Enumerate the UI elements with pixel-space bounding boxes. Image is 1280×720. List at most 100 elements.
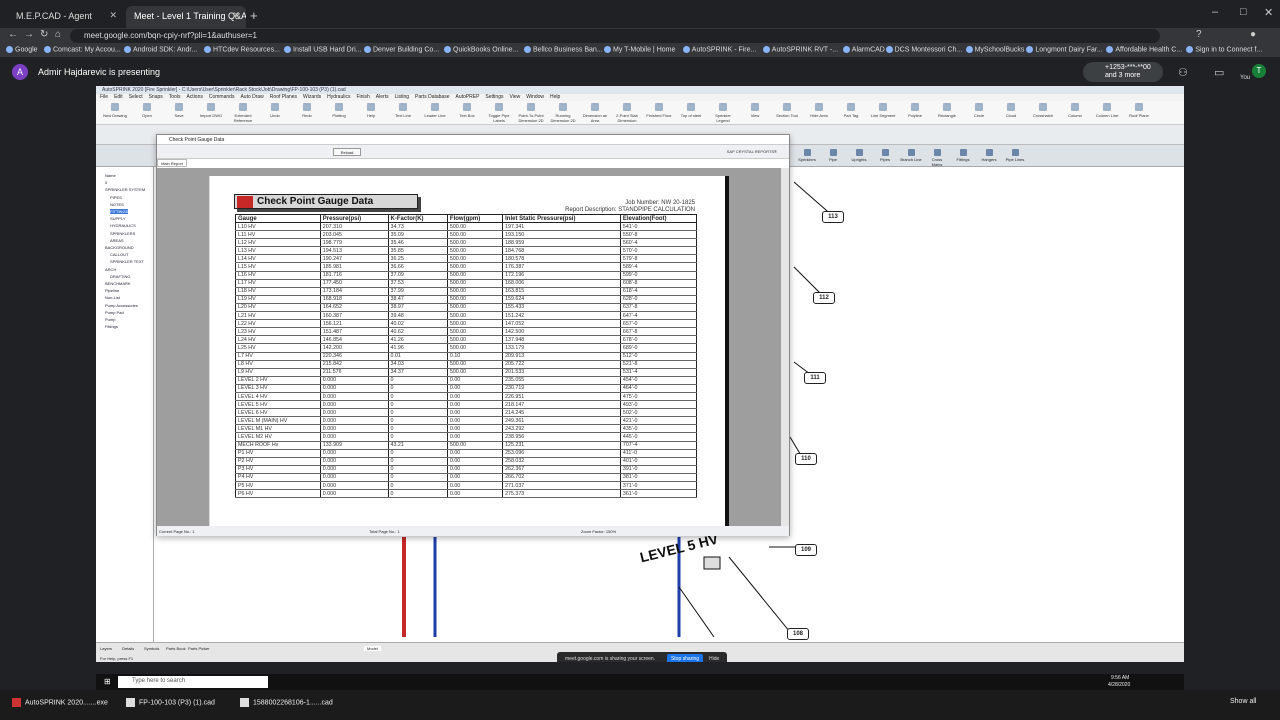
bookmark-item[interactable]: Longmont Dairy Far... xyxy=(1026,46,1103,53)
ribbon-button[interactable]: Help xyxy=(358,103,384,118)
ribbon-button[interactable]: Roof Plane xyxy=(1126,103,1152,118)
tab-mepcad[interactable]: M.E.P.CAD - Agent ✕ xyxy=(8,6,123,28)
chat-icon[interactable]: ▭ xyxy=(1214,66,1224,79)
sprinkler-tool-button[interactable]: Branch Line xyxy=(900,149,922,162)
menu-item[interactable]: Alerts xyxy=(376,94,389,100)
node-tag-113[interactable]: 113 xyxy=(822,211,844,223)
bookmark-item[interactable]: DCS Montessori Ch... xyxy=(885,46,962,53)
tree-item[interactable]: SPRINKLER TEXT xyxy=(110,259,144,264)
tree-item[interactable]: SUPPLY xyxy=(110,216,126,221)
tree-item[interactable]: NOTES xyxy=(110,202,124,207)
ribbon-button[interactable]: Crosshatch xyxy=(1030,103,1056,118)
bookmark-item[interactable]: AutoSPRINK - Fire... xyxy=(682,46,756,53)
windows-start-icon[interactable]: ⊞ xyxy=(104,677,111,686)
bookmark-item[interactable]: Sign in to Connect f... xyxy=(1186,46,1262,53)
show-all-button[interactable]: Show all xyxy=(1230,698,1256,705)
bookmark-item[interactable]: Affordable Health C... xyxy=(1106,46,1182,53)
tab-main-report[interactable]: Main Report xyxy=(157,159,187,167)
ribbon-button[interactable]: 2-Point Slab Dimension xyxy=(614,103,640,123)
panel-tab[interactable]: Layers xyxy=(100,646,112,651)
menu-item[interactable]: Edit xyxy=(114,94,123,100)
ribbon-button[interactable]: Text Box xyxy=(454,103,480,118)
menu-item[interactable]: Tools xyxy=(169,94,181,100)
ribbon-button[interactable]: New Drawing xyxy=(102,103,128,118)
bookmark-item[interactable]: QuickBooks Online... xyxy=(444,46,518,53)
menu-item[interactable]: Help xyxy=(550,94,560,100)
tab-meet[interactable]: Meet - Level 1 Training Q&A ✕ xyxy=(126,6,246,28)
tree-item[interactable]: Fittings xyxy=(105,324,118,329)
bookmark-item[interactable]: Google xyxy=(6,46,38,53)
tree-item[interactable]: 0 xyxy=(105,180,107,185)
bookmark-item[interactable]: My T-Mobile | Home xyxy=(604,46,675,53)
help-icon[interactable]: ? xyxy=(1196,29,1202,40)
menu-item[interactable]: Listing xyxy=(395,94,409,100)
menu-item[interactable]: Finish xyxy=(356,94,369,100)
node-tag-111[interactable]: 111 xyxy=(804,372,826,384)
tree-item[interactable]: Name xyxy=(105,173,116,178)
node-tag-112[interactable]: 112 xyxy=(813,292,835,304)
tree-item[interactable]: HYDRAULICS xyxy=(110,223,136,228)
ribbon-button[interactable]: Hide Area xyxy=(806,103,832,118)
bookmark-item[interactable]: Android SDK: Andr... xyxy=(124,46,197,53)
reload-icon[interactable]: ↻ xyxy=(40,29,48,40)
url-field[interactable]: meet.google.com/bqn-cpiy-nrf?pli=1&authu… xyxy=(70,29,1160,43)
sprinkler-tool-button[interactable]: Pipes xyxy=(874,149,896,162)
ribbon-button[interactable]: Sprinkler Legend xyxy=(710,103,736,123)
minimize-icon[interactable]: – xyxy=(1212,6,1218,18)
people-icon[interactable]: ⚇ xyxy=(1178,66,1188,79)
panel-tab[interactable]: Details xyxy=(122,646,134,651)
ribbon-button[interactable]: Save xyxy=(166,103,192,118)
tree-item[interactable]: Pump xyxy=(105,317,115,322)
menu-item[interactable]: Actions xyxy=(186,94,202,100)
node-tag-110[interactable]: 110 xyxy=(795,453,817,465)
ribbon-button[interactable]: Column xyxy=(1062,103,1088,118)
tree-item[interactable]: Pump Accessories xyxy=(105,303,138,308)
panel-tab[interactable]: Symbols xyxy=(144,646,159,651)
sprinkler-tool-button[interactable]: Uprights xyxy=(848,149,870,162)
ribbon-button[interactable]: Section Tool xyxy=(774,103,800,118)
back-icon[interactable]: ← xyxy=(8,29,18,40)
menu-item[interactable]: Snaps xyxy=(149,94,163,100)
reload-button[interactable]: Reload xyxy=(333,148,361,156)
ribbon-button[interactable]: Leader Line xyxy=(422,103,448,118)
ribbon-button[interactable]: Top of steel xyxy=(678,103,704,118)
ribbon-button[interactable]: Line Segment xyxy=(870,103,896,118)
menu-item[interactable]: Select xyxy=(129,94,143,100)
close-icon[interactable]: ✕ xyxy=(232,10,240,21)
profile-icon[interactable]: ● xyxy=(1250,29,1256,40)
bookmark-item[interactable]: Install USB Hard Dri... xyxy=(284,46,361,53)
tree-item[interactable]: SPRINKLER SYSTEM xyxy=(105,187,145,192)
sprinkler-tool-button[interactable]: Hangers xyxy=(978,149,1000,162)
menu-item[interactable]: File xyxy=(100,94,108,100)
ribbon-button[interactable]: Part Tag xyxy=(838,103,864,118)
download-item[interactable]: FP-100-103 (P3) (1).cad xyxy=(126,698,215,707)
ribbon-button[interactable]: Open xyxy=(134,103,160,118)
tree-item[interactable]: FITTINGS xyxy=(110,209,129,214)
ribbon-button[interactable]: Import DWG xyxy=(198,103,224,118)
sprinkler-tool-button[interactable]: Pipe xyxy=(822,149,844,162)
menu-item[interactable]: Hydraulics xyxy=(327,94,350,100)
menu-item[interactable]: Commands xyxy=(209,94,235,100)
menu-item[interactable]: Roof Planes xyxy=(270,94,297,100)
download-item[interactable]: AutoSPRINK 2020.......exe xyxy=(12,698,108,707)
scrollbar[interactable] xyxy=(781,168,789,526)
node-tag-108[interactable]: 108 xyxy=(787,628,809,640)
ribbon-button[interactable]: Redo xyxy=(294,103,320,118)
bookmark-item[interactable]: AutoSPRINK RVT -... xyxy=(762,46,838,53)
tree-item[interactable]: Pipeline xyxy=(105,288,119,293)
maximize-icon[interactable]: □ xyxy=(1240,6,1247,18)
ribbon-button[interactable]: Circle xyxy=(966,103,992,118)
ribbon-button[interactable]: Text Line xyxy=(390,103,416,118)
ribbon-button[interactable]: View xyxy=(742,103,768,118)
close-icon[interactable]: ✕ xyxy=(109,10,117,21)
ribbon-button[interactable]: Rectangle xyxy=(934,103,960,118)
tree-item[interactable]: Non-List xyxy=(105,295,120,300)
tree-item[interactable]: ARCH xyxy=(105,267,116,272)
tree-item[interactable]: PIPES xyxy=(110,195,122,200)
ribbon-button[interactable]: Finished Floor xyxy=(646,103,672,118)
node-tag-109[interactable]: 109 xyxy=(795,544,817,556)
bookmark-item[interactable]: Comcast: My Accou... xyxy=(44,46,121,53)
menu-item[interactable]: AutoPREP xyxy=(456,94,480,100)
ribbon-button[interactable]: Extended Reference xyxy=(230,103,256,123)
download-item[interactable]: 1588002268106-1......cad xyxy=(240,698,333,707)
